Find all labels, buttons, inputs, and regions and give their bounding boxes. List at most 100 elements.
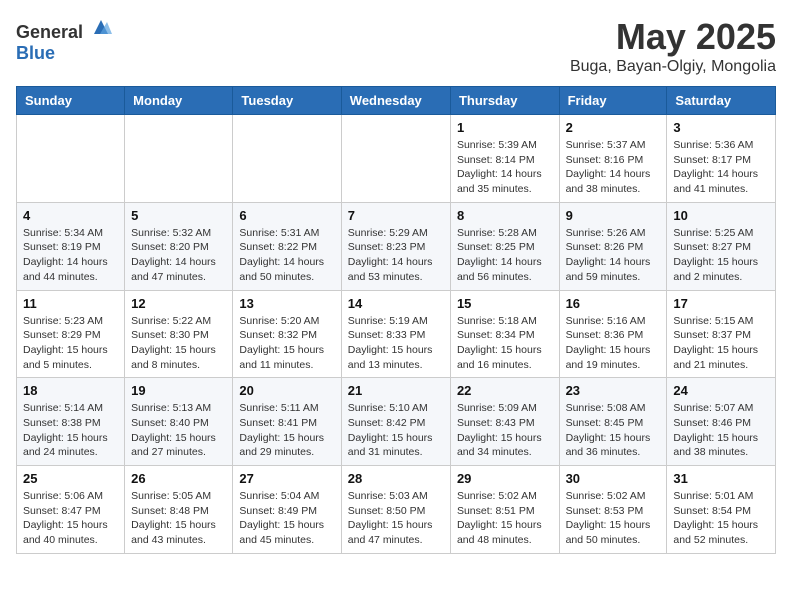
calendar-cell: 8 Sunrise: 5:28 AMSunset: 8:25 PMDaylight… [450,202,559,290]
day-info: Sunrise: 5:09 AMSunset: 8:43 PMDaylight:… [457,401,553,460]
day-number: 22 [457,383,553,398]
calendar-cell: 18 Sunrise: 5:14 AMSunset: 8:38 PMDayligh… [17,378,125,466]
calendar-cell: 11 Sunrise: 5:23 AMSunset: 8:29 PMDayligh… [17,290,125,378]
calendar-cell: 20 Sunrise: 5:11 AMSunset: 8:41 PMDayligh… [233,378,341,466]
calendar-cell: 23Sunrise: 5:08 AMSunset: 8:45 PMDayligh… [559,378,667,466]
logo-text: General Blue [16,16,112,64]
day-info: Sunrise: 5:04 AMSunset: 8:49 PMDaylight:… [239,489,334,548]
calendar-cell: 6 Sunrise: 5:31 AMSunset: 8:22 PMDaylight… [233,202,341,290]
day-info: Sunrise: 5:02 AMSunset: 8:53 PMDaylight:… [566,489,661,548]
day-info: Sunrise: 5:19 AMSunset: 8:33 PMDaylight:… [348,314,444,373]
day-info: Sunrise: 5:06 AMSunset: 8:47 PMDaylight:… [23,489,118,548]
day-info: Sunrise: 5:34 AMSunset: 8:19 PMDaylight:… [23,226,118,285]
day-number: 3 [673,120,769,135]
calendar-cell: 16 Sunrise: 5:16 AMSunset: 8:36 PMDayligh… [559,290,667,378]
day-number: 12 [131,296,226,311]
calendar-cell: 14 Sunrise: 5:19 AMSunset: 8:33 PMDayligh… [341,290,450,378]
day-number: 24 [673,383,769,398]
day-info: Sunrise: 5:08 AMSunset: 8:45 PMDaylight:… [566,401,661,460]
day-number: 27 [239,471,334,486]
calendar-cell [341,115,450,203]
day-number: 16 [566,296,661,311]
calendar-cell: 25 Sunrise: 5:06 AMSunset: 8:47 PMDayligh… [17,466,125,554]
calendar-week-row: 4Sunrise: 5:34 AMSunset: 8:19 PMDaylight… [17,202,776,290]
calendar-cell: 27 Sunrise: 5:04 AMSunset: 8:49 PMDayligh… [233,466,341,554]
day-info: Sunrise: 5:23 AMSunset: 8:29 PMDaylight:… [23,314,118,373]
calendar-cell: 12Sunrise: 5:22 AMSunset: 8:30 PMDayligh… [125,290,233,378]
day-info: Sunrise: 5:03 AMSunset: 8:50 PMDaylight:… [348,489,444,548]
day-number: 25 [23,471,118,486]
day-info: Sunrise: 5:14 AMSunset: 8:38 PMDaylight:… [23,401,118,460]
calendar-cell: 29 Sunrise: 5:02 AMSunset: 8:51 PMDayligh… [450,466,559,554]
calendar-cell: 3 Sunrise: 5:36 AMSunset: 8:17 PMDaylight… [667,115,776,203]
day-info: Sunrise: 5:37 AMSunset: 8:16 PMDaylight:… [566,138,661,197]
day-info: Sunrise: 5:05 AMSunset: 8:48 PMDaylight:… [131,489,226,548]
month-title: May 2025 [570,16,776,58]
calendar-cell: 10 Sunrise: 5:25 AMSunset: 8:27 PMDayligh… [667,202,776,290]
logo: General Blue [16,16,112,64]
calendar-cell: 2 Sunrise: 5:37 AMSunset: 8:16 PMDaylight… [559,115,667,203]
day-number: 29 [457,471,553,486]
calendar-cell: 28Sunrise: 5:03 AMSunset: 8:50 PMDayligh… [341,466,450,554]
day-number: 21 [348,383,444,398]
day-number: 7 [348,208,444,223]
day-number: 10 [673,208,769,223]
day-info: Sunrise: 5:28 AMSunset: 8:25 PMDaylight:… [457,226,553,285]
day-info: Sunrise: 5:36 AMSunset: 8:17 PMDaylight:… [673,138,769,197]
calendar-cell: 1 Sunrise: 5:39 AMSunset: 8:14 PMDaylight… [450,115,559,203]
calendar-table: SundayMondayTuesdayWednesdayThursdayFrid… [16,86,776,554]
calendar-cell: 30Sunrise: 5:02 AMSunset: 8:53 PMDayligh… [559,466,667,554]
day-number: 1 [457,120,553,135]
day-info: Sunrise: 5:39 AMSunset: 8:14 PMDaylight:… [457,138,553,197]
day-number: 9 [566,208,661,223]
calendar-cell: 26 Sunrise: 5:05 AMSunset: 8:48 PMDayligh… [125,466,233,554]
calendar-cell [17,115,125,203]
day-info: Sunrise: 5:26 AMSunset: 8:26 PMDaylight:… [566,226,661,285]
day-number: 6 [239,208,334,223]
day-number: 31 [673,471,769,486]
page-header: General Blue May 2025 Buga, Bayan-Olgiy,… [16,16,776,76]
day-info: Sunrise: 5:16 AMSunset: 8:36 PMDaylight:… [566,314,661,373]
calendar-week-row: 25 Sunrise: 5:06 AMSunset: 8:47 PMDayligh… [17,466,776,554]
day-info: Sunrise: 5:02 AMSunset: 8:51 PMDaylight:… [457,489,553,548]
day-number: 2 [566,120,661,135]
day-info: Sunrise: 5:15 AMSunset: 8:37 PMDaylight:… [673,314,769,373]
day-info: Sunrise: 5:10 AMSunset: 8:42 PMDaylight:… [348,401,444,460]
calendar-cell: 7 Sunrise: 5:29 AMSunset: 8:23 PMDaylight… [341,202,450,290]
weekday-header-sunday: Sunday [17,87,125,115]
weekday-header-saturday: Saturday [667,87,776,115]
calendar-cell: 19Sunrise: 5:13 AMSunset: 8:40 PMDayligh… [125,378,233,466]
calendar-cell: 24 Sunrise: 5:07 AMSunset: 8:46 PMDayligh… [667,378,776,466]
calendar-cell: 15 Sunrise: 5:18 AMSunset: 8:34 PMDayligh… [450,290,559,378]
day-info: Sunrise: 5:32 AMSunset: 8:20 PMDaylight:… [131,226,226,285]
day-number: 14 [348,296,444,311]
calendar-week-row: 11 Sunrise: 5:23 AMSunset: 8:29 PMDayligh… [17,290,776,378]
day-number: 8 [457,208,553,223]
day-number: 19 [131,383,226,398]
location-title: Buga, Bayan-Olgiy, Mongolia [570,58,776,76]
calendar-cell: 22 Sunrise: 5:09 AMSunset: 8:43 PMDayligh… [450,378,559,466]
weekday-header-row: SundayMondayTuesdayWednesdayThursdayFrid… [17,87,776,115]
calendar-cell: 13Sunrise: 5:20 AMSunset: 8:32 PMDayligh… [233,290,341,378]
calendar-cell: 5Sunrise: 5:32 AMSunset: 8:20 PMDaylight… [125,202,233,290]
logo-general: General [16,22,83,42]
day-number: 15 [457,296,553,311]
day-info: Sunrise: 5:20 AMSunset: 8:32 PMDaylight:… [239,314,334,373]
day-info: Sunrise: 5:11 AMSunset: 8:41 PMDaylight:… [239,401,334,460]
day-info: Sunrise: 5:31 AMSunset: 8:22 PMDaylight:… [239,226,334,285]
logo-icon [90,16,112,38]
day-number: 26 [131,471,226,486]
day-number: 18 [23,383,118,398]
calendar-cell [125,115,233,203]
day-number: 11 [23,296,118,311]
calendar-cell: 4Sunrise: 5:34 AMSunset: 8:19 PMDaylight… [17,202,125,290]
day-info: Sunrise: 5:25 AMSunset: 8:27 PMDaylight:… [673,226,769,285]
day-number: 20 [239,383,334,398]
weekday-header-wednesday: Wednesday [341,87,450,115]
day-info: Sunrise: 5:07 AMSunset: 8:46 PMDaylight:… [673,401,769,460]
calendar-cell: 17 Sunrise: 5:15 AMSunset: 8:37 PMDayligh… [667,290,776,378]
day-number: 17 [673,296,769,311]
day-info: Sunrise: 5:29 AMSunset: 8:23 PMDaylight:… [348,226,444,285]
day-info: Sunrise: 5:18 AMSunset: 8:34 PMDaylight:… [457,314,553,373]
calendar-cell: 21 Sunrise: 5:10 AMSunset: 8:42 PMDayligh… [341,378,450,466]
